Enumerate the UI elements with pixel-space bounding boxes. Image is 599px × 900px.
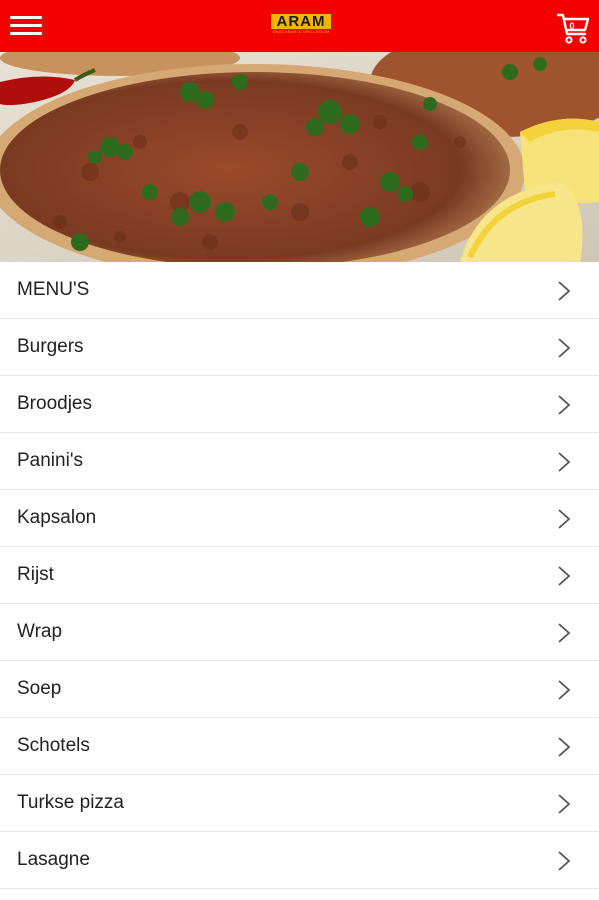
category-item-turkse-pizza[interactable]: Turkse pizza [0,775,599,832]
food-banner-image [0,52,599,262]
category-item-soep[interactable]: Soep [0,661,599,718]
chevron-right-icon [558,566,571,586]
category-label: MENU'S [17,279,90,300]
category-label: Burgers [17,336,84,357]
chevron-right-icon [558,452,571,472]
category-item-wrap[interactable]: Wrap [0,604,599,661]
chevron-right-icon [558,794,571,814]
category-item-lasagne[interactable]: Lasagne [0,832,599,889]
category-label: Rijst [17,564,54,585]
brand-logo[interactable]: ARAM SNACKBAR & GRILLROOM [271,14,331,38]
category-item-rijst[interactable]: Rijst [0,547,599,604]
hamburger-line [10,16,42,19]
category-list: MENU'S Burgers Broodjes Panini's Kapsalo… [0,262,599,889]
category-item-broodjes[interactable]: Broodjes [0,376,599,433]
chevron-right-icon [558,623,571,643]
chevron-right-icon [558,851,571,871]
category-label: Kapsalon [17,507,97,528]
app-header: ARAM SNACKBAR & GRILLROOM 0 [0,0,599,52]
logo-text: ARAM [271,14,331,29]
category-item-menus[interactable]: MENU'S [0,262,599,319]
category-item-schotels[interactable]: Schotels [0,718,599,775]
chevron-right-icon [558,281,571,301]
category-label: Lasagne [17,849,90,870]
category-label: Panini's [17,450,83,471]
category-label: Turkse pizza [17,792,124,813]
chevron-right-icon [558,338,571,358]
hamburger-menu-icon[interactable] [10,16,42,36]
logo-subtext: SNACKBAR & GRILLROOM [272,29,330,34]
category-item-burgers[interactable]: Burgers [0,319,599,376]
category-label: Schotels [17,735,90,756]
category-item-kapsalon[interactable]: Kapsalon [0,490,599,547]
hamburger-line [10,32,42,35]
cart-count-badge: 0 [569,21,575,31]
category-item-paninis[interactable]: Panini's [0,433,599,490]
category-label: Soep [17,678,62,699]
category-label: Wrap [17,621,63,642]
category-label: Broodjes [17,393,92,414]
hamburger-line [10,24,42,27]
chevron-right-icon [558,395,571,415]
chevron-right-icon [558,737,571,757]
shopping-cart-button[interactable]: 0 [556,10,592,46]
chevron-right-icon [558,680,571,700]
chevron-right-icon [558,509,571,529]
